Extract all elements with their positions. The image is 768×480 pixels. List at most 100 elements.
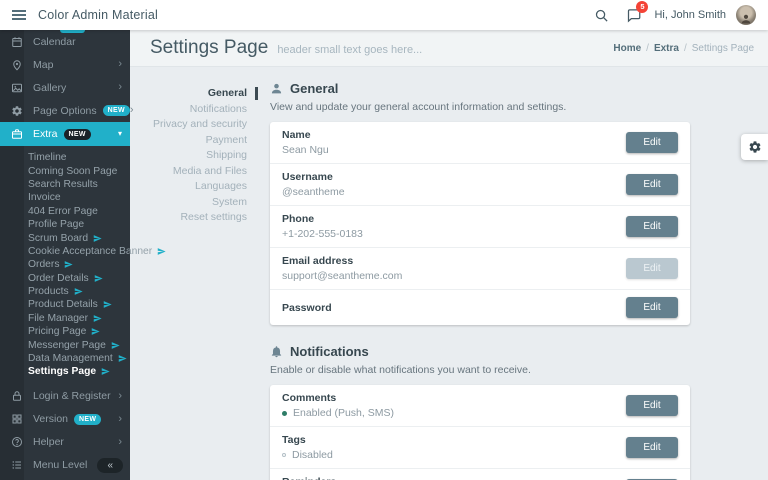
search-button[interactable] [590, 4, 612, 26]
person-icon [270, 82, 283, 95]
sidebar-subitem-settings-page[interactable]: Settings Page [0, 365, 130, 378]
setting-label: Password [282, 302, 626, 314]
settings-nav-general[interactable]: General [150, 86, 256, 102]
notifications-button[interactable]: 5 [622, 4, 644, 26]
lock-icon [11, 390, 23, 402]
notification-count-badge: 5 [636, 1, 648, 13]
main-content: Settings Page header small text goes her… [130, 30, 768, 480]
breadcrumb-separator: / [684, 43, 687, 54]
sidebar-subitem-profile-page[interactable]: Profile Page [0, 218, 130, 231]
settings-nav-reset-settings[interactable]: Reset settings [150, 210, 256, 226]
paper-plane-icon [118, 354, 127, 363]
sidebar-subitem-invoice[interactable]: Invoice [0, 191, 130, 204]
setting-row-text: Reminders Enabled (Push, Email, SMS) [282, 476, 626, 480]
sidebar-item-label: Extra [33, 128, 58, 140]
section-title: Notifications [290, 344, 369, 359]
settings-nav-shipping[interactable]: Shipping [150, 148, 256, 164]
sidebar-item-extra[interactable]: Extra NEW [0, 122, 130, 146]
sidebar-item-label: Helper [33, 436, 64, 448]
setting-row-text: Email address support@seantheme.com [282, 255, 626, 282]
notifications-section-header: Notifications [270, 344, 690, 359]
collapse-sidebar-button[interactable] [97, 458, 123, 473]
sidebar-item-page-options[interactable]: Page Options NEW [0, 99, 130, 122]
sidebar-subitem-messenger-page[interactable]: Messenger Page [0, 338, 130, 351]
edit-username-button[interactable]: Edit [626, 174, 678, 195]
setting-label: Username [282, 171, 626, 183]
bell-icon [270, 345, 283, 358]
subitem-label: 404 Error Page [28, 206, 98, 217]
settings-nav-privacy-and-security[interactable]: Privacy and security [150, 117, 256, 133]
subitem-label: File Manager [28, 313, 88, 324]
subitem-label: Data Management [28, 353, 113, 364]
subitem-label: Order Details [28, 273, 89, 284]
user-avatar[interactable] [736, 5, 756, 25]
sidebar-item-gallery[interactable]: Gallery [0, 76, 130, 99]
settings-nav-languages[interactable]: Languages [150, 179, 256, 195]
breadcrumb: Home / Extra / Settings Page [613, 43, 754, 54]
settings-sections: General View and update your general acc… [256, 81, 690, 480]
subitem-label: Products [28, 286, 69, 297]
hamburger-icon [12, 14, 26, 16]
sidebar-item-map[interactable]: Map [0, 53, 130, 76]
sidebar-subitem-orders[interactable]: Orders [0, 258, 130, 271]
breadcrumb-extra[interactable]: Extra [654, 43, 679, 54]
enabled-dot-icon [282, 411, 287, 416]
extra-submenu: Timeline Coming Soon Page Search Results… [0, 146, 130, 385]
chevron-down-icon [118, 130, 122, 138]
sidebar-subitem-data-management[interactable]: Data Management [0, 352, 130, 365]
sidebar-item-label: Page Options [33, 105, 97, 117]
sidebar-item-login-register[interactable]: Login & Register [0, 385, 130, 408]
setting-row-text: Tags Disabled [282, 434, 626, 461]
edit-phone-button[interactable]: Edit [626, 216, 678, 237]
setting-value: +1-202-555-0183 [282, 228, 626, 240]
sidebar-subitem-search-results[interactable]: Search Results [0, 178, 130, 191]
section-description: Enable or disable what notifications you… [270, 364, 690, 376]
setting-value: Sean Ngu [282, 144, 626, 156]
paper-plane-icon [91, 327, 100, 336]
calendar-icon [11, 36, 23, 48]
paper-plane-icon [103, 300, 112, 309]
sidebar-subitem-404-error-page[interactable]: 404 Error Page [0, 205, 130, 218]
theme-settings-button[interactable] [741, 134, 768, 160]
sidebar-item-helper[interactable]: Helper [0, 431, 130, 454]
settings-nav-system[interactable]: System [150, 195, 256, 211]
sidebar-item-label: Menu Level [33, 459, 87, 471]
sidebar-subitem-coming-soon-page[interactable]: Coming Soon Page [0, 164, 130, 177]
sidebar-subitem-pricing-page[interactable]: Pricing Page [0, 325, 130, 338]
paper-plane-icon [74, 287, 83, 296]
settings-nav-notifications[interactable]: Notifications [150, 102, 256, 118]
general-section-header: General [270, 81, 690, 96]
sidebar-subitem-timeline[interactable]: Timeline [0, 151, 130, 164]
edit-comments-button[interactable]: Edit [626, 395, 678, 416]
edit-tags-button[interactable]: Edit [626, 437, 678, 458]
breadcrumb-home[interactable]: Home [613, 43, 641, 54]
question-circle-icon [11, 436, 23, 448]
breadcrumb-separator: / [646, 43, 649, 54]
edit-email-button: Edit [626, 258, 678, 279]
sidebar-subitem-scrum-board[interactable]: Scrum Board [0, 231, 130, 244]
paper-plane-icon [101, 367, 110, 376]
settings-nav-media-and-files[interactable]: Media and Files [150, 164, 256, 180]
sidebar-subitem-file-manager[interactable]: File Manager [0, 312, 130, 325]
edit-name-button[interactable]: Edit [626, 132, 678, 153]
sidebar-subitem-cookie-acceptance-banner[interactable]: Cookie Acceptance Banner [0, 245, 130, 258]
edit-password-button[interactable]: Edit [626, 297, 678, 318]
sidebar-subitem-products[interactable]: Products [0, 285, 130, 298]
map-pin-icon [11, 59, 23, 71]
subitem-label: Search Results [28, 179, 98, 190]
disabled-dot-icon [282, 453, 286, 457]
settings-nav-payment[interactable]: Payment [150, 133, 256, 149]
subitem-label: Timeline [28, 152, 67, 163]
sidebar-item-version[interactable]: Version NEW [0, 408, 130, 431]
breadcrumb-current: Settings Page [692, 43, 754, 54]
setting-row-tags: Tags Disabled Edit [270, 427, 690, 469]
subitem-label: Orders [28, 259, 59, 270]
menu-toggle-button[interactable] [0, 0, 38, 30]
paper-plane-icon [157, 247, 166, 256]
sidebar-subitem-product-details[interactable]: Product Details [0, 298, 130, 311]
sidebar-subitem-order-details[interactable]: Order Details [0, 272, 130, 285]
sidebar-item-label: Login & Register [33, 390, 111, 402]
sidebar-item-calendar[interactable]: Calendar [0, 30, 130, 53]
top-app-bar: Color Admin Material 5 Hi, John Smith [0, 0, 768, 30]
search-icon [594, 8, 609, 23]
